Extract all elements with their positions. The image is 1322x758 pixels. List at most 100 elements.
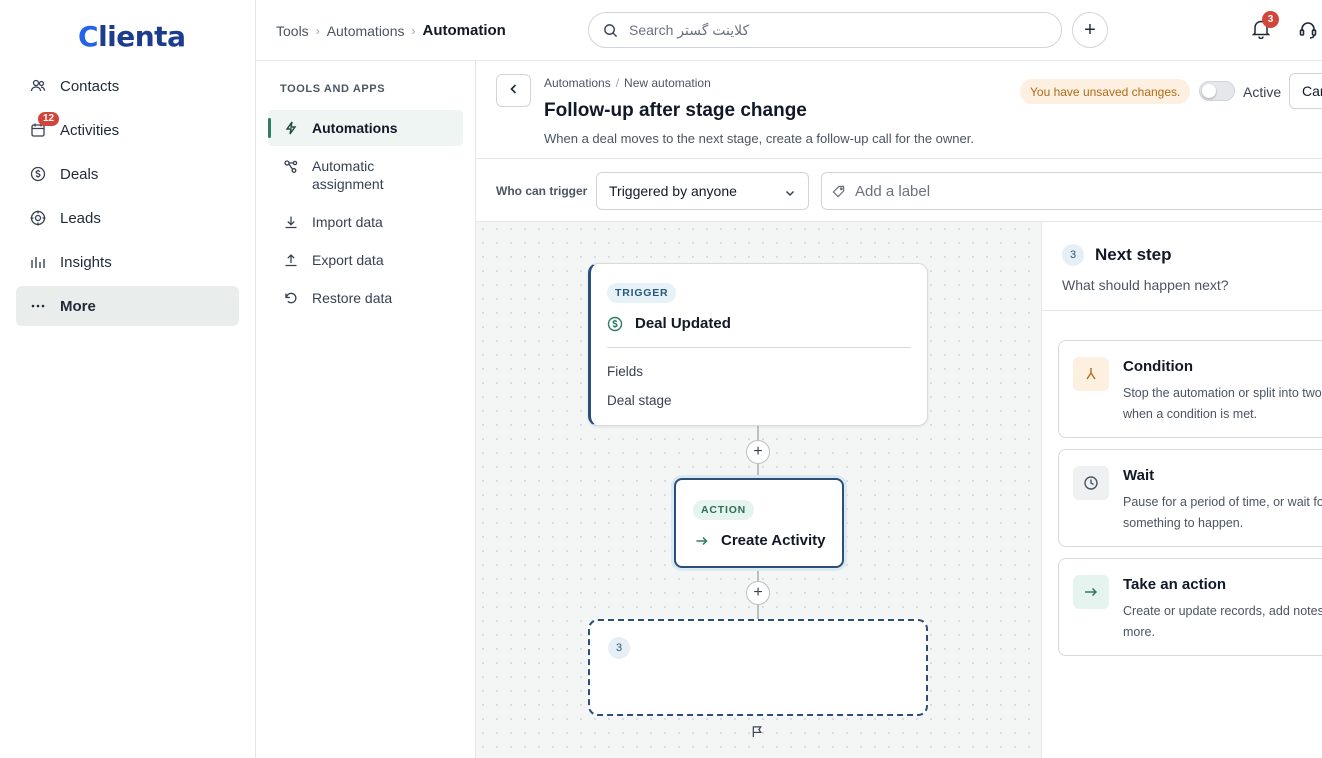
next-step-title: Next step (1095, 245, 1172, 264)
add-step-button[interactable]: + (746, 440, 770, 464)
nav-item-deals[interactable]: Deals (16, 154, 239, 194)
trigger-node[interactable]: TRIGGER Deal Updated Fields Deal stage (588, 263, 928, 426)
action-title-text: Create Activity (721, 532, 826, 549)
action-title: Create Activity (695, 532, 826, 549)
option-take-action[interactable]: Take an action Create or update records,… (1058, 558, 1322, 656)
tools-item-label: Export data (312, 252, 384, 268)
trigger-fields-heading: Fields (607, 364, 644, 379)
breadcrumb-separator: › (315, 23, 320, 38)
editor-breadcrumb-automations[interactable]: Automations (544, 76, 611, 90)
global-search-input[interactable]: Search کلاینت گستر (588, 12, 1062, 48)
search-placeholder: Search کلاینت گستر (629, 21, 750, 38)
option-description: Create or update records, add notes and … (1123, 604, 1322, 639)
trigger-tag: TRIGGER (607, 283, 677, 303)
download-icon (284, 215, 298, 229)
breadcrumb-current: Automation (422, 22, 506, 39)
bar-chart-icon (30, 254, 46, 270)
nav-item-activities[interactable]: 12 Activities (16, 110, 239, 150)
nav-item-more[interactable]: More (16, 286, 239, 326)
split-icon (1073, 357, 1109, 391)
add-label-input[interactable]: Add a label (821, 172, 1322, 210)
nav-item-insights[interactable]: Insights (16, 242, 239, 282)
trigger-field-value: Deal stage (607, 393, 672, 408)
add-step-button[interactable]: + (746, 581, 770, 605)
clock-icon (1073, 466, 1109, 500)
next-step-header: 3 Next step What should happen next? (1042, 222, 1322, 311)
option-wait[interactable]: Wait Pause for a period of time, or wait… (1058, 449, 1322, 547)
pending-step-node[interactable]: 3 (588, 619, 928, 716)
nav-label: More (60, 297, 96, 315)
next-step-panel: 3 Next step What should happen next? Con… (1041, 222, 1322, 758)
breadcrumb-separator: / (615, 76, 620, 90)
breadcrumb-separator: › (411, 23, 416, 38)
back-button[interactable] (496, 74, 531, 107)
contacts-icon (30, 78, 46, 94)
quick-add-button[interactable]: + (1072, 12, 1108, 48)
tools-item-label: Automatic assignment (312, 158, 384, 192)
who-can-trigger-select[interactable]: Triggered by anyone (596, 172, 809, 210)
deals-coin-icon (30, 166, 46, 182)
tools-item-export-data[interactable]: Export data (268, 242, 463, 278)
tag-icon (832, 185, 845, 202)
active-toggle-label: Active (1243, 84, 1282, 100)
left-nav: Clienta Contacts 12 Activities Deals Lea… (0, 0, 256, 758)
plus-icon: + (753, 443, 763, 460)
support-button[interactable] (1298, 20, 1318, 40)
trigger-settings-bar: Who can trigger Triggered by anyone Add … (476, 159, 1322, 222)
brand-logo[interactable]: Clienta (78, 20, 186, 53)
arrow-right-icon (695, 534, 709, 548)
plus-icon: + (753, 584, 763, 601)
nav-label: Contacts (60, 77, 120, 95)
tools-item-label: Automations (312, 120, 398, 136)
editor-breadcrumb: Automations / New automation (544, 76, 711, 90)
option-description: Stop the automation or split into two pa… (1123, 386, 1322, 421)
tools-item-label: Restore data (312, 290, 393, 306)
unsaved-changes-badge: You have unsaved changes. (1020, 79, 1191, 104)
step-number-badge: 3 (1062, 244, 1084, 266)
action-node[interactable]: ACTION Create Activity (674, 478, 844, 568)
chevron-down-icon (784, 186, 796, 202)
tools-sidebar-heading: TOOLS AND APPS (280, 83, 386, 95)
nav-list: Contacts 12 Activities Deals Leads Insig… (16, 66, 239, 330)
trigger-title: Deal Updated (607, 315, 731, 332)
search-icon (603, 23, 618, 41)
activities-count-badge: 12 (38, 112, 60, 126)
end-flag-icon (751, 725, 764, 743)
logo-text: lienta (98, 20, 186, 53)
tools-sidebar: TOOLS AND APPS Automations Automatic ass… (256, 61, 476, 758)
who-can-trigger-value: Triggered by anyone (609, 183, 737, 199)
arrow-right-icon (1073, 575, 1109, 609)
headset-icon (1298, 22, 1318, 44)
who-can-trigger-label: Who can trigger (496, 184, 588, 198)
tools-sidebar-list: Automations Automatic assignment Import … (268, 110, 463, 318)
breadcrumb-automations[interactable]: Automations (327, 23, 405, 39)
restore-icon (284, 291, 298, 305)
share-nodes-icon (284, 159, 298, 173)
top-bar: Tools › Automations › Automation Search … (256, 0, 1322, 61)
nav-item-leads[interactable]: Leads (16, 198, 239, 238)
nav-item-contacts[interactable]: Contacts (16, 66, 239, 106)
tools-item-import-data[interactable]: Import data (268, 204, 463, 240)
automation-title[interactable]: Follow-up after stage change (544, 100, 807, 122)
trigger-title-text: Deal Updated (635, 315, 731, 332)
logo-mark: C (78, 20, 99, 53)
cancel-button-label: Cancel (1302, 83, 1322, 99)
tools-item-automations[interactable]: Automations (268, 110, 463, 146)
target-icon (30, 210, 46, 226)
action-tag: ACTION (693, 500, 755, 520)
more-dots-icon (30, 298, 46, 314)
tools-item-restore-data[interactable]: Restore data (268, 280, 463, 316)
option-title: Wait (1123, 467, 1155, 484)
tools-item-automatic-assignment[interactable]: Automatic assignment (268, 148, 463, 202)
breadcrumb-tools[interactable]: Tools (276, 23, 309, 39)
plus-icon: + (1084, 18, 1096, 41)
option-condition[interactable]: Condition Stop the automation or split i… (1058, 340, 1322, 438)
flow-canvas[interactable]: TRIGGER Deal Updated Fields Deal stage +… (476, 222, 1041, 758)
add-label-placeholder: Add a label (855, 182, 931, 200)
notifications-button[interactable]: 3 (1251, 11, 1279, 40)
cancel-button[interactable]: Cancel (1289, 73, 1322, 109)
active-toggle[interactable] (1199, 81, 1235, 101)
upload-icon (284, 253, 298, 267)
nav-label: Deals (60, 165, 99, 183)
automation-description[interactable]: When a deal moves to the next stage, cre… (544, 131, 974, 146)
